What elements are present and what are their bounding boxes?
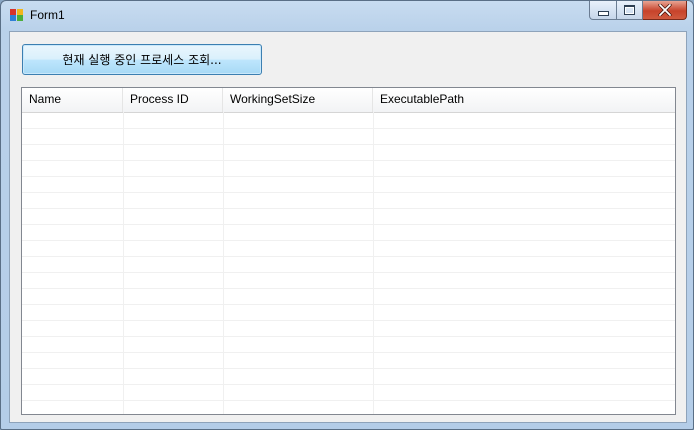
grid-row-line: [22, 288, 675, 289]
list-header: Name Process ID WorkingSetSize Executabl…: [22, 88, 675, 113]
grid-row-line: [22, 224, 675, 225]
grid-row-line: [22, 240, 675, 241]
grid-row-line: [22, 352, 675, 353]
column-header-working-set-size[interactable]: WorkingSetSize: [223, 88, 373, 112]
column-header-executable-path[interactable]: ExecutablePath: [373, 88, 675, 112]
minimize-icon: [597, 10, 609, 16]
grid-row-line: [22, 128, 675, 129]
close-button[interactable]: [643, 1, 687, 20]
grid-row-line: [22, 336, 675, 337]
grid-row-line: [22, 400, 675, 401]
grid-row-line: [22, 320, 675, 321]
title-bar[interactable]: Form1: [1, 1, 693, 31]
grid-row-line: [22, 272, 675, 273]
maximize-icon: [624, 5, 635, 15]
grid-row-line: [22, 176, 675, 177]
window-title: Form1: [30, 8, 65, 22]
column-header-process-id[interactable]: Process ID: [123, 88, 223, 112]
form-client-area: 현재 실행 중인 프로세스 조회... Name Process ID Work…: [9, 31, 687, 423]
minimize-button[interactable]: [589, 1, 617, 20]
grid-row-line: [22, 256, 675, 257]
maximize-button[interactable]: [617, 1, 643, 20]
grid-row-line: [22, 208, 675, 209]
grid-row-line: [22, 160, 675, 161]
column-header-name[interactable]: Name: [22, 88, 123, 112]
process-list-view[interactable]: Name Process ID WorkingSetSize Executabl…: [21, 87, 676, 415]
grid-row-line: [22, 384, 675, 385]
grid-row-line: [22, 368, 675, 369]
form-icon: [10, 9, 24, 21]
grid-row-line: [22, 144, 675, 145]
grid-row-line: [22, 192, 675, 193]
grid-row-line: [22, 304, 675, 305]
window-controls: [589, 1, 687, 21]
query-processes-button[interactable]: 현재 실행 중인 프로세스 조회...: [22, 44, 262, 75]
app-window: Form1 현재 실행 중인 프로세스 조회... Name Process I…: [0, 0, 694, 430]
close-icon: [657, 4, 672, 16]
